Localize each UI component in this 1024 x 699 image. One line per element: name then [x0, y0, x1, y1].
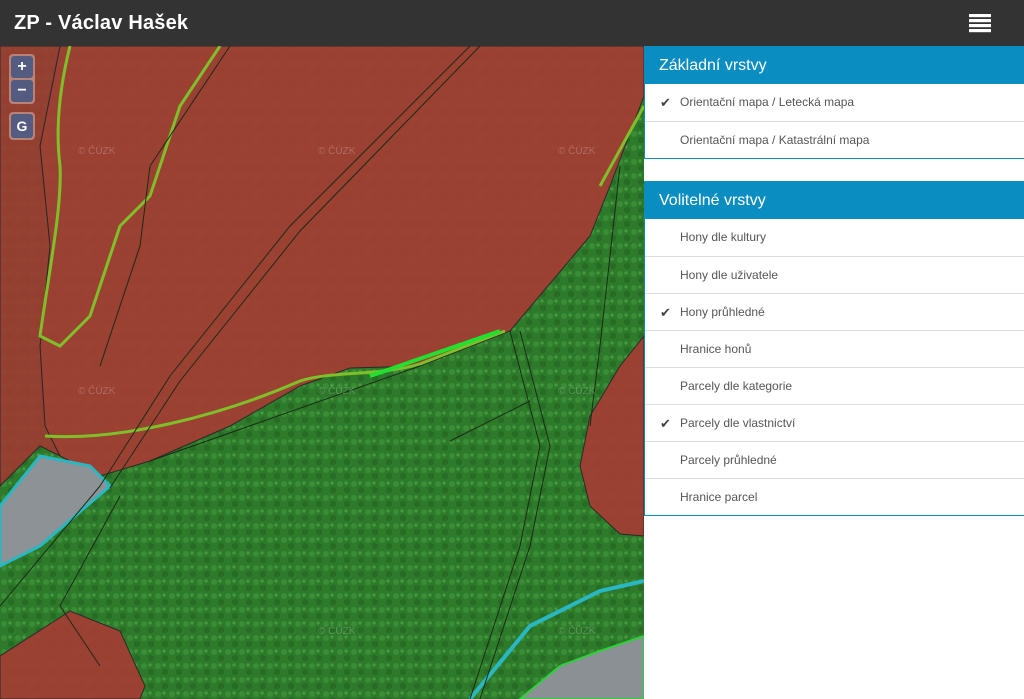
- optional-layer-item[interactable]: ✔ Hony průhledné: [645, 293, 1024, 330]
- layer-label: Hranice honů: [680, 342, 752, 356]
- optional-layer-item[interactable]: Hranice honů: [645, 330, 1024, 367]
- optional-layer-item[interactable]: Hony dle kultury: [645, 219, 1024, 256]
- base-layers-list: ✔ Orientační mapa / Letecká mapa Orienta…: [644, 84, 1024, 159]
- layer-label: Hranice parcel: [680, 490, 758, 504]
- layer-label: Parcely dle kategorie: [680, 379, 793, 393]
- optional-layer-item[interactable]: Parcely průhledné: [645, 441, 1024, 478]
- layer-label: Orientační mapa / Katastrální mapa: [680, 133, 870, 147]
- optional-layers-list: Hony dle kultury Hony dle uživatele ✔ Ho…: [644, 219, 1024, 516]
- optional-layer-item[interactable]: ✔ Parcely dle vlastnictví: [645, 404, 1024, 441]
- optional-layer-item[interactable]: Hony dle uživatele: [645, 256, 1024, 293]
- layer-label: Parcely dle vlastnictví: [680, 416, 796, 430]
- map-view[interactable]: © ČÚZK © ČÚZK © ČÚZK © ČÚZK © ČÚZK © ČÚZ…: [0, 46, 644, 699]
- map-canvas[interactable]: [0, 46, 644, 699]
- geolocate-button[interactable]: G: [11, 114, 33, 138]
- zoom-in-button[interactable]: +: [11, 56, 33, 78]
- check-icon: ✔: [660, 95, 671, 110]
- map-watermark: © ČÚZK: [318, 626, 356, 637]
- zoom-control: + −: [9, 54, 35, 104]
- app-title: ZP - Václav Hašek: [14, 11, 189, 34]
- optional-layers-heading: Volitelné vrstvy: [644, 181, 1024, 219]
- base-layer-item[interactable]: ✔ Orientační mapa / Letecká mapa: [645, 84, 1024, 121]
- map-watermark: © ČÚZK: [318, 386, 356, 397]
- layer-switcher-panel: Základní vrstvy ✔ Orientační mapa / Lete…: [644, 46, 1024, 699]
- check-icon: ✔: [660, 305, 671, 320]
- layers-stack-icon: [969, 14, 991, 33]
- map-watermark: © ČÚZK: [318, 146, 356, 157]
- map-watermark: © ČÚZK: [558, 626, 596, 637]
- map-watermark: © ČÚZK: [78, 146, 116, 157]
- layer-label: Hony dle kultury: [680, 230, 767, 244]
- optional-layer-item[interactable]: Parcely dle kategorie: [645, 367, 1024, 404]
- geolocate-control: G: [9, 112, 35, 140]
- base-layer-item[interactable]: Orientační mapa / Katastrální mapa: [645, 121, 1024, 158]
- layer-label: Orientační mapa / Letecká mapa: [680, 95, 855, 109]
- layer-label: Hony dle uživatele: [680, 268, 779, 282]
- check-icon: ✔: [660, 416, 671, 431]
- layers-menu-button[interactable]: [968, 13, 992, 33]
- layer-label: Hony průhledné: [680, 305, 765, 319]
- zoom-out-button[interactable]: −: [11, 80, 33, 102]
- base-layers-heading: Základní vrstvy: [644, 46, 1024, 84]
- top-bar: ZP - Václav Hašek: [0, 0, 1024, 46]
- optional-layer-item[interactable]: Hranice parcel: [645, 478, 1024, 515]
- map-watermark: © ČÚZK: [558, 386, 596, 397]
- map-watermark: © ČÚZK: [78, 386, 116, 397]
- layer-label: Parcely průhledné: [680, 453, 777, 467]
- map-watermark: © ČÚZK: [558, 146, 596, 157]
